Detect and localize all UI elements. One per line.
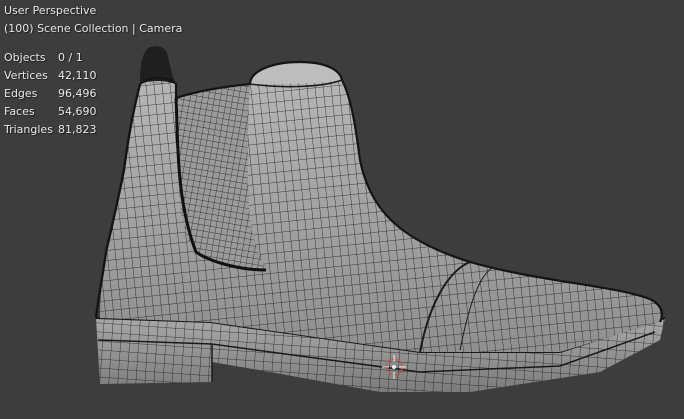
stat-row-faces: Faces 54,690 bbox=[4, 103, 118, 121]
stat-row-triangles: Triangles 81,823 bbox=[4, 121, 118, 139]
stat-row-vertices: Vertices 42,110 bbox=[4, 67, 118, 85]
stat-value: 81,823 bbox=[58, 123, 97, 136]
collection-label: (100) Scene Collection | Camera bbox=[4, 22, 183, 35]
stat-value: 42,110 bbox=[58, 69, 97, 82]
scene-statistics: Objects 0 / 1 Vertices 42,110 Edges 96,4… bbox=[4, 49, 118, 139]
viewport-header-text: User Perspective (100) Scene Collection … bbox=[4, 2, 182, 38]
stat-row-objects: Objects 0 / 1 bbox=[4, 49, 118, 67]
stat-label: Vertices bbox=[4, 69, 48, 82]
stat-label: Edges bbox=[4, 87, 38, 100]
stat-row-edges: Edges 96,496 bbox=[4, 85, 118, 103]
perspective-label: User Perspective bbox=[4, 4, 97, 17]
stat-label: Triangles bbox=[4, 123, 53, 136]
stat-value: 96,496 bbox=[58, 87, 97, 100]
stat-value: 0 / 1 bbox=[58, 51, 83, 64]
stat-label: Faces bbox=[4, 105, 35, 118]
3d-viewport[interactable]: User Perspective (100) Scene Collection … bbox=[0, 0, 684, 419]
stat-label: Objects bbox=[4, 51, 46, 64]
stat-value: 54,690 bbox=[58, 105, 97, 118]
